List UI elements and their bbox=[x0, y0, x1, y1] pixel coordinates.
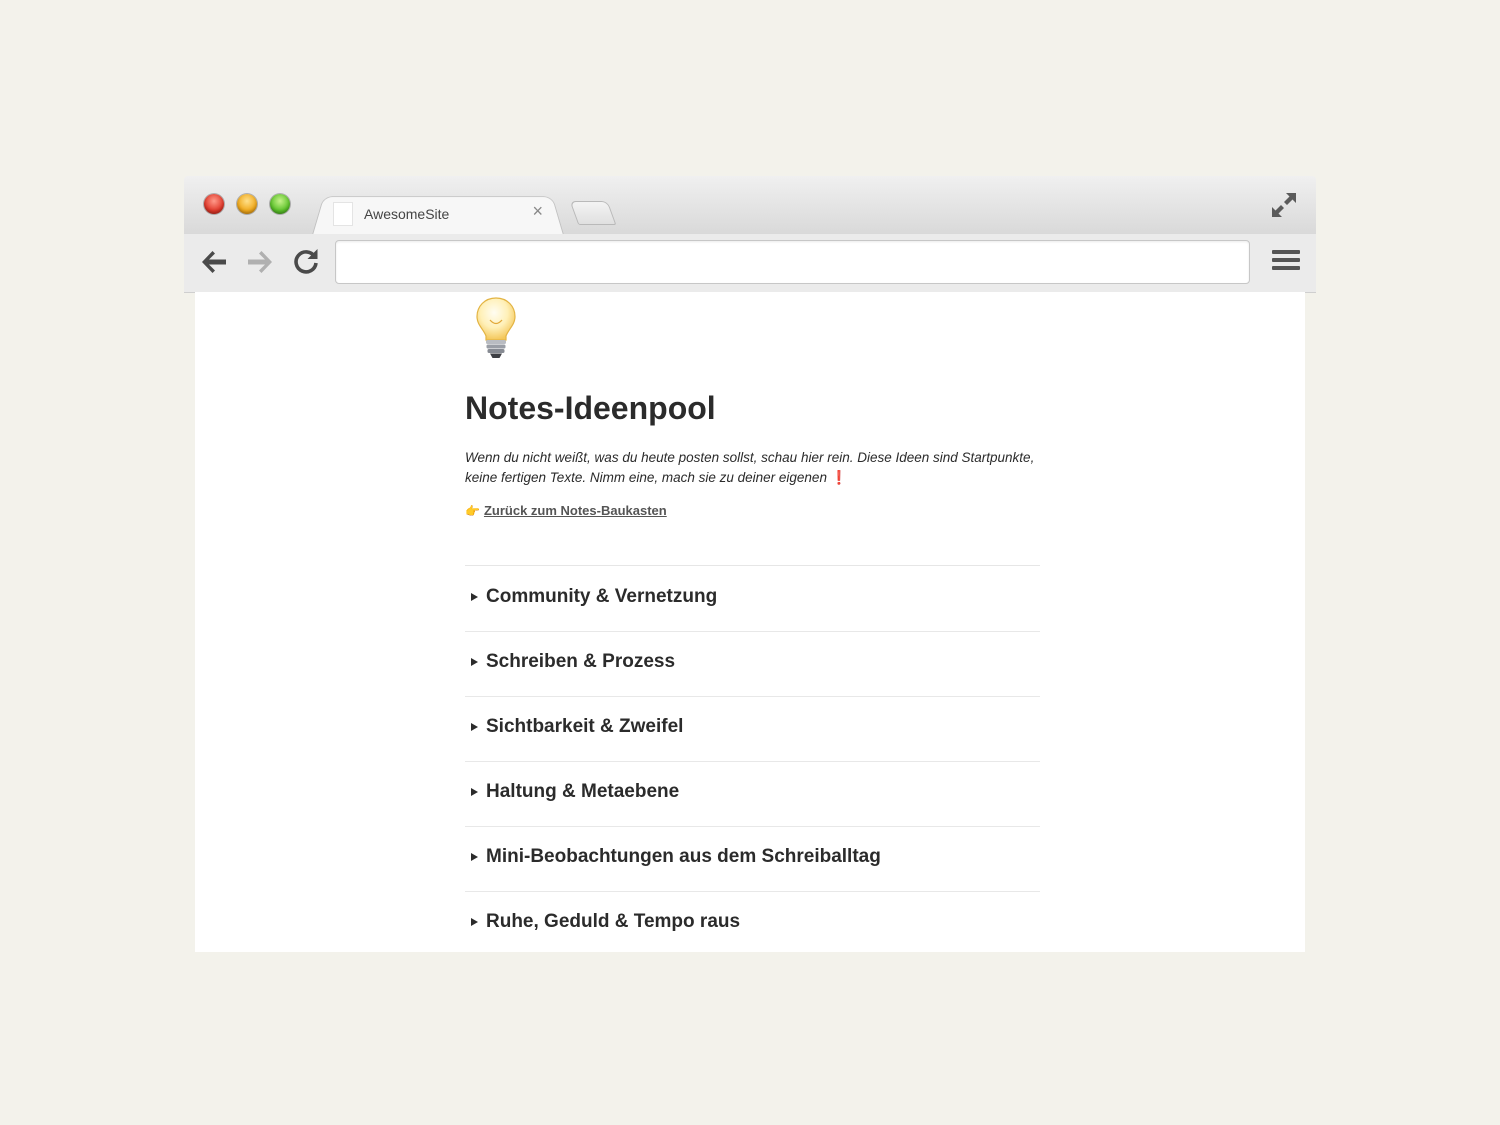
toggle-triangle-icon[interactable] bbox=[471, 723, 478, 731]
toggle-triangle-icon[interactable] bbox=[471, 788, 478, 796]
browser-tab-content[interactable]: AwesomeSite × bbox=[329, 192, 559, 234]
fullscreen-icon[interactable] bbox=[1270, 191, 1298, 219]
toggle-triangle-icon[interactable] bbox=[471, 658, 478, 666]
pointing-hand-icon: 👉 bbox=[465, 504, 480, 518]
title-bar: AwesomeSite × bbox=[184, 176, 1316, 235]
light-bulb-icon bbox=[476, 297, 516, 358]
intro-paragraph: Wenn du nicht weißt, was du heute posten… bbox=[465, 450, 1035, 485]
page-title: Notes-Ideenpool bbox=[465, 390, 716, 426]
toggle-label[interactable]: Mini-Beobachtungen aus dem Schreiballtag bbox=[486, 846, 881, 868]
tab-title: AwesomeSite bbox=[364, 206, 450, 222]
exclamation-icon: ❗ bbox=[830, 470, 848, 485]
toggle-schreiben[interactable]: Schreiben & Prozess bbox=[465, 631, 1040, 697]
toggle-triangle-icon[interactable] bbox=[471, 593, 478, 601]
reload-icon[interactable] bbox=[290, 246, 322, 278]
toggle-label[interactable]: Ruhe, Geduld & Tempo raus bbox=[486, 911, 740, 933]
toggle-haltung[interactable]: Haltung & Metaebene bbox=[465, 761, 1040, 827]
zoom-window-button[interactable] bbox=[270, 194, 290, 214]
toggle-triangle-icon[interactable] bbox=[471, 853, 478, 861]
intro-text: Wenn du nicht weißt, was du heute posten… bbox=[465, 448, 1040, 488]
forward-arrow-icon[interactable] bbox=[244, 246, 276, 278]
tab-close-icon[interactable]: × bbox=[532, 202, 543, 220]
back-arrow-icon[interactable] bbox=[198, 246, 230, 278]
toggle-label[interactable]: Schreiben & Prozess bbox=[486, 651, 675, 673]
toggle-sichtbarkeit[interactable]: Sichtbarkeit & Zweifel bbox=[465, 696, 1040, 762]
minimize-window-button[interactable] bbox=[237, 194, 257, 214]
toggle-label[interactable]: Haltung & Metaebene bbox=[486, 781, 679, 803]
browser-window: AwesomeSite × Notes-Ideenpool Wenn du ni… bbox=[184, 176, 1316, 952]
page-viewport: Notes-Ideenpool Wenn du nicht weißt, was… bbox=[195, 292, 1305, 952]
back-link-row: 👉 Zurück zum Notes-Baukasten bbox=[465, 503, 667, 518]
address-bar[interactable] bbox=[335, 240, 1250, 284]
toggle-mini-beobachtungen[interactable]: Mini-Beobachtungen aus dem Schreiballtag bbox=[465, 826, 1040, 892]
hamburger-menu-icon[interactable] bbox=[1272, 250, 1300, 274]
toggle-triangle-icon[interactable] bbox=[471, 918, 478, 926]
toggle-community[interactable]: Community & Vernetzung bbox=[465, 566, 1040, 632]
close-window-button[interactable] bbox=[204, 194, 224, 214]
new-tab-button[interactable] bbox=[569, 201, 617, 225]
browser-toolbar bbox=[184, 234, 1316, 293]
toggle-label[interactable]: Community & Vernetzung bbox=[486, 586, 717, 608]
toggle-label[interactable]: Sichtbarkeit & Zweifel bbox=[486, 716, 683, 738]
page-favicon-icon bbox=[333, 202, 353, 226]
toggle-ruhe[interactable]: Ruhe, Geduld & Tempo raus bbox=[465, 891, 1040, 952]
back-to-notes-baukasten-link[interactable]: Zurück zum Notes-Baukasten bbox=[484, 503, 667, 518]
